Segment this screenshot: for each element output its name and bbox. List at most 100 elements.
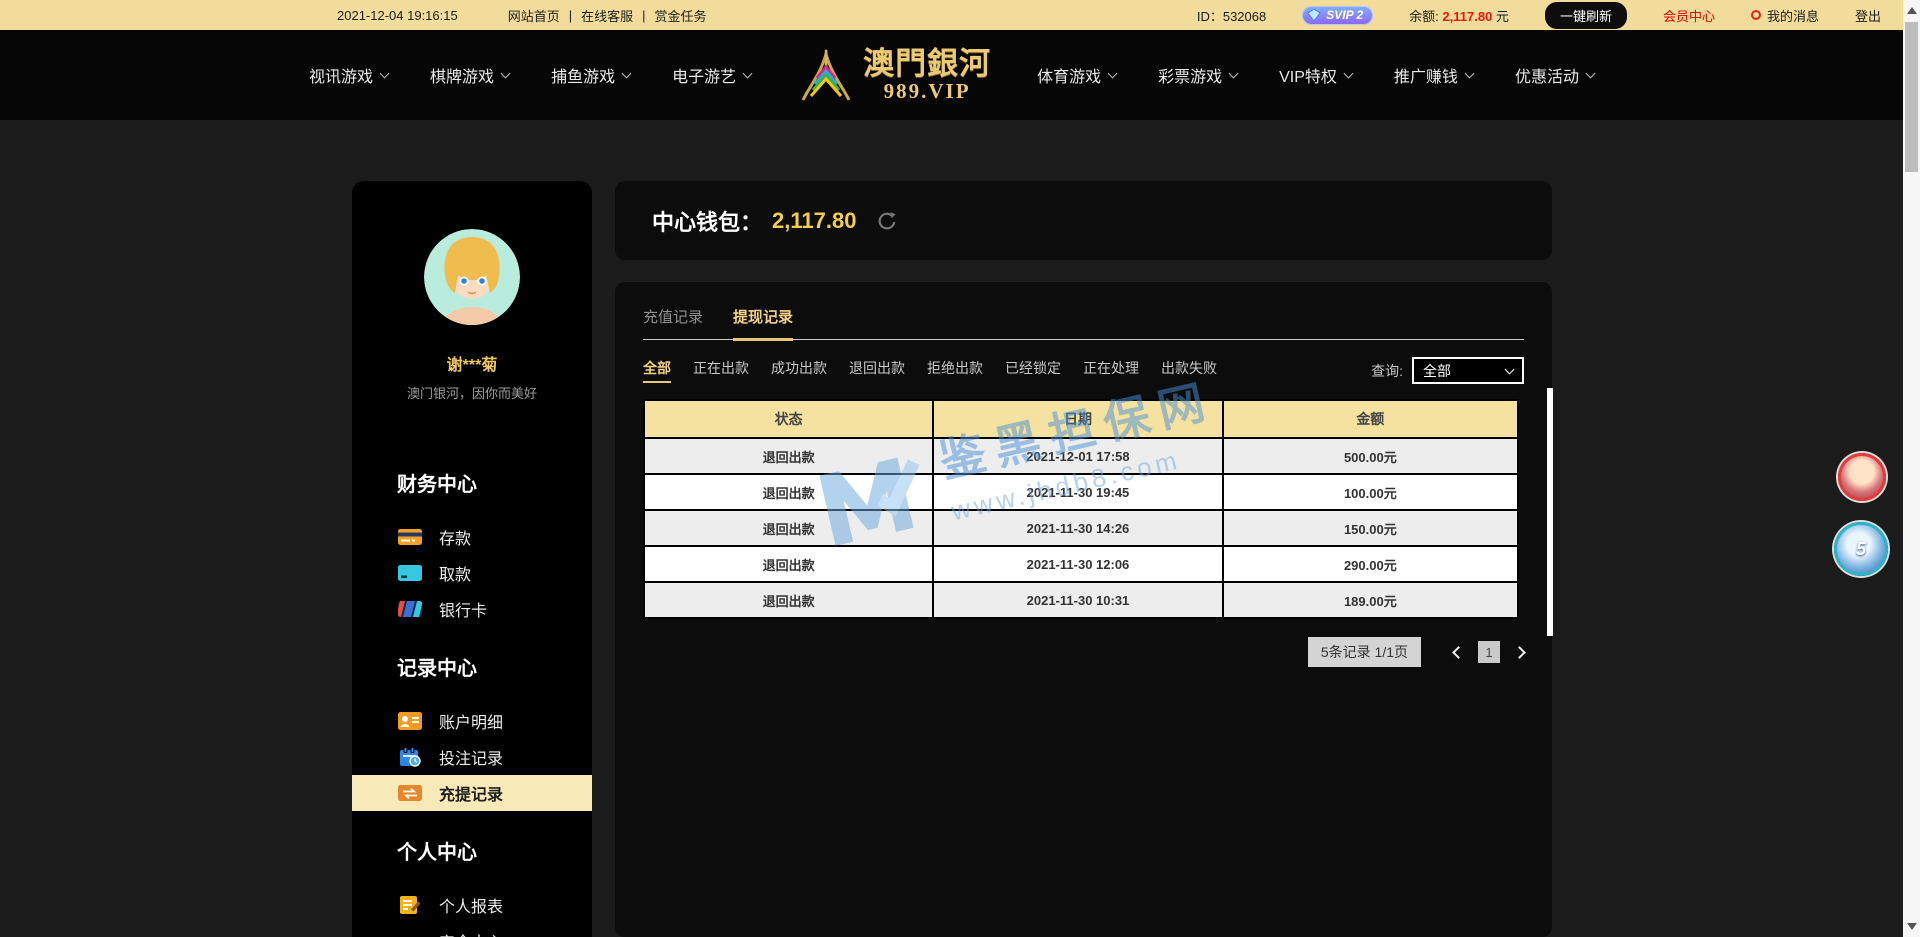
separator: |: [569, 8, 572, 23]
table-row: 退回出款 2021-11-30 19:45 100.00元: [644, 474, 1518, 510]
sidebar-item-label: 取款: [439, 561, 471, 585]
filter-all[interactable]: 全部: [643, 358, 671, 383]
refresh-balance-button[interactable]: 一键刷新: [1545, 2, 1627, 29]
tab-recharge-records[interactable]: 充值记录: [643, 306, 703, 339]
site-logo[interactable]: 澳門銀河 989.VIP: [797, 48, 991, 102]
sidebar-item-transfer-record[interactable]: 充提记录: [352, 775, 592, 811]
top-bar-right: ID：532068 SVIP 2 余额: 2,117.80 元 一键刷新 会员中…: [1197, 2, 1881, 29]
main-nav: 视讯游戏 棋牌游戏 捕鱼游戏 电子游艺 澳門銀河 989.VIP 体育游戏 彩票…: [0, 30, 1903, 120]
withdraw-table: 状态 日期 金额 退回出款 2021-12-01 17:58 500.00元 退…: [643, 399, 1519, 619]
cell-status: 退回出款: [644, 474, 933, 510]
query-wrap: 查询: 全部: [1371, 357, 1524, 384]
nav-fishing-games[interactable]: 捕鱼游戏: [551, 63, 630, 87]
prev-page-icon[interactable]: [1452, 646, 1465, 659]
balance: 余额: 2,117.80 元: [1409, 6, 1509, 25]
scroll-up-icon[interactable]: [1907, 7, 1917, 14]
cell-status: 退回出款: [644, 438, 933, 474]
cell-amount: 290.00元: [1223, 546, 1518, 582]
cell-status: 退回出款: [644, 546, 933, 582]
withdraw-card-icon: [397, 563, 423, 583]
filter-rejected[interactable]: 拒绝出款: [927, 358, 983, 383]
nav-video-games[interactable]: 视讯游戏: [309, 63, 388, 87]
cell-date: 2021-11-30 19:45: [933, 474, 1222, 510]
nav-vip-privilege[interactable]: VIP特权: [1279, 63, 1352, 87]
chevron-down-icon: [1108, 68, 1118, 78]
customer-service-button-1[interactable]: [1838, 453, 1886, 501]
sidebar-item-deposit[interactable]: 存款: [352, 519, 592, 555]
sidebar-item-bank-card[interactable]: 银行卡: [352, 591, 592, 627]
sidebar-item-label: 个人报表: [439, 893, 503, 917]
chevron-down-icon: [380, 68, 390, 78]
nav-sports-games[interactable]: 体育游戏: [1037, 63, 1116, 87]
sidebar-item-label: 安全中心: [439, 929, 503, 937]
table-row: 退回出款 2021-11-30 10:31 189.00元: [644, 582, 1518, 618]
filter-returned[interactable]: 退回出款: [849, 358, 905, 383]
next-page-icon[interactable]: [1513, 646, 1526, 659]
filter-success[interactable]: 成功出款: [771, 358, 827, 383]
member-center-link[interactable]: 会员中心: [1663, 6, 1715, 25]
scroll-down-icon[interactable]: [1907, 923, 1917, 930]
sidebar-item-withdraw[interactable]: 取款: [352, 555, 592, 591]
nav-board-games[interactable]: 棋牌游戏: [430, 63, 509, 87]
username: 谢***菊: [352, 351, 592, 375]
online-service-link[interactable]: 在线客服: [581, 6, 633, 25]
query-select[interactable]: 全部: [1412, 357, 1524, 384]
filter-failed[interactable]: 出款失败: [1161, 358, 1217, 383]
filter-paying[interactable]: 正在出款: [693, 358, 749, 383]
deposit-card-icon: [397, 527, 423, 547]
bounty-task-link[interactable]: 赏金任务: [655, 6, 707, 25]
chevron-down-icon: [1586, 68, 1596, 78]
top-bar: 2021-12-04 19:16:15 网站首页 | 在线客服 | 赏金任务 I…: [0, 0, 1903, 30]
chevron-down-icon: [1464, 68, 1474, 78]
logo-title: 澳門銀河: [863, 48, 991, 79]
refresh-wallet-button[interactable]: [876, 210, 898, 232]
customer-service-button-2[interactable]: 5: [1834, 522, 1888, 576]
window-scrollbar[interactable]: [1903, 0, 1920, 937]
nav-promotion-earn[interactable]: 推广赚钱: [1394, 63, 1473, 87]
transfer-record-icon: [397, 783, 423, 803]
svip-label: SVIP 2: [1326, 8, 1363, 22]
user-id: ID：532068: [1197, 6, 1266, 25]
records-card: 充值记录 提现记录 全部 正在出款 成功出款 退回出款 拒绝出款 已经锁定 正在…: [615, 282, 1552, 937]
refresh-icon: [876, 210, 898, 232]
nav-slot-games[interactable]: 电子游艺: [672, 63, 751, 87]
logout-link[interactable]: 登出: [1855, 6, 1881, 25]
sidebar-item-personal-report[interactable]: 个人报表: [352, 887, 592, 923]
balance-label: 余额:: [1409, 9, 1439, 24]
sidebar-item-security-center[interactable]: 安全中心: [352, 923, 592, 937]
pagination: 5条记录 1/1页 1: [643, 637, 1524, 667]
nav-promo-activity[interactable]: 优惠活动: [1515, 63, 1594, 87]
messages-wrap: 我的消息: [1751, 6, 1819, 25]
home-link[interactable]: 网站首页: [508, 6, 560, 25]
cell-status: 退回出款: [644, 510, 933, 546]
section-finance-title: 财务中心: [352, 468, 592, 497]
page-number[interactable]: 1: [1478, 641, 1500, 663]
filter-processing[interactable]: 正在处理: [1083, 358, 1139, 383]
col-amount: 金额: [1223, 400, 1518, 438]
notification-icon: [1751, 10, 1761, 20]
cell-amount: 150.00元: [1223, 510, 1518, 546]
cell-amount: 189.00元: [1223, 582, 1518, 618]
avatar: [424, 229, 520, 325]
sidebar-item-bet-record[interactable]: 投注记录: [352, 739, 592, 775]
bet-record-icon: [397, 747, 423, 767]
filter-locked[interactable]: 已经锁定: [1005, 358, 1061, 383]
table-scrollbar[interactable]: [1547, 388, 1553, 636]
status-filters: 全部 正在出款 成功出款 退回出款 拒绝出款 已经锁定 正在处理 出款失败 查询…: [643, 357, 1524, 384]
sidebar-item-account-detail[interactable]: 账户明细: [352, 703, 592, 739]
tab-withdraw-records[interactable]: 提现记录: [733, 306, 793, 341]
record-tabs: 充值记录 提现记录: [643, 306, 1524, 340]
table-row: 退回出款 2021-11-30 12:06 290.00元: [644, 546, 1518, 582]
query-label: 查询:: [1371, 361, 1403, 381]
nav-lottery-games[interactable]: 彩票游戏: [1158, 63, 1237, 87]
wallet-label: 中心钱包：: [652, 205, 762, 237]
col-status: 状态: [644, 400, 933, 438]
col-date: 日期: [933, 400, 1222, 438]
cell-amount: 500.00元: [1223, 438, 1518, 474]
messages-link[interactable]: 我的消息: [1767, 6, 1819, 25]
sidebar-item-label: 投注记录: [439, 745, 503, 769]
scrollbar-thumb[interactable]: [1905, 22, 1918, 172]
table-row: 退回出款 2021-12-01 17:58 500.00元: [644, 438, 1518, 474]
sidebar-item-label: 充提记录: [439, 781, 503, 805]
cell-date: 2021-11-30 12:06: [933, 546, 1222, 582]
